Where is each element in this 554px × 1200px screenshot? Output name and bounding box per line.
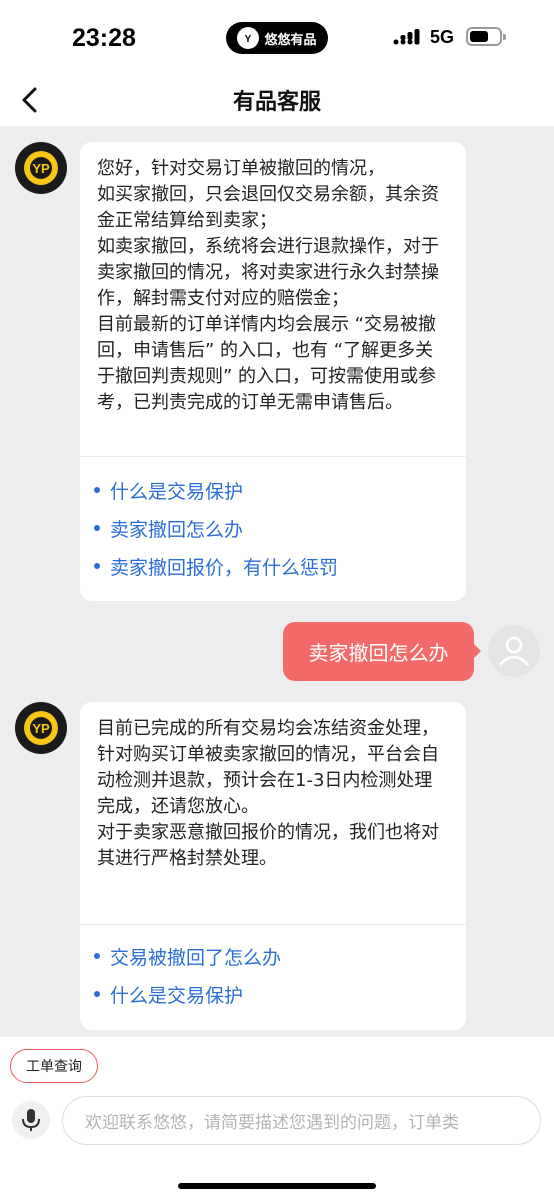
battery-fill [470, 31, 488, 42]
clock: 23:28 [72, 24, 136, 52]
nav-bar: 有品客服 [0, 74, 554, 126]
youpin-logo-icon: YP [24, 711, 58, 745]
composer-area: 工单查询 欢迎联系悠悠，请简要描述您遇到的问题，订单类 [0, 1037, 554, 1200]
bot-message-bubble: 您好，针对交易订单被撤回的情况， 如买家撤回，只会退回仅交易余额，其余资金正常结… [80, 142, 466, 601]
quick-link[interactable]: 什么是交易保护 [94, 979, 243, 1009]
network-type: 5G [430, 27, 455, 47]
user-message-bubble: 卖家撤回怎么办 [283, 622, 474, 681]
bullet-icon [94, 525, 100, 531]
svg-text:Y: Y [245, 34, 252, 45]
divider [80, 924, 466, 925]
bot-message-bubble: 目前已完成的所有交易均会冻结资金处理，针对购买订单被卖家撤回的情况，平台会自动检… [80, 702, 466, 1030]
quick-link[interactable]: 什么是交易保护 [94, 475, 243, 505]
svg-text:YP: YP [32, 161, 50, 176]
ticket-query-button[interactable]: 工单查询 [10, 1049, 98, 1083]
divider [80, 456, 466, 457]
quick-link[interactable]: 交易被撤回了怎么办 [94, 941, 281, 971]
user-avatar [488, 625, 540, 677]
home-indicator [178, 1183, 376, 1189]
message-input[interactable]: 欢迎联系悠悠，请简要描述您遇到的问题，订单类 [62, 1096, 541, 1145]
microphone-icon [22, 1109, 40, 1131]
quick-link[interactable]: 卖家撤回报价，有什么惩罚 [94, 551, 338, 581]
quick-link[interactable]: 卖家撤回怎么办 [94, 513, 243, 543]
youpin-logo-icon: YP [24, 151, 58, 185]
bullet-icon [94, 563, 100, 569]
bot-message-text: 您好，针对交易订单被撤回的情况， 如买家撤回，只会退回仅交易余额，其余资金正常结… [97, 158, 439, 413]
bot-avatar: YP [15, 142, 67, 194]
bullet-icon [94, 991, 100, 997]
battery-icon [466, 27, 506, 46]
bot-message-text: 目前已完成的所有交易均会冻结资金处理，针对购买订单被卖家撤回的情况，平台会自动检… [97, 718, 439, 869]
bot-avatar: YP [15, 702, 67, 754]
dynamic-island[interactable]: Y 悠悠有品 [226, 22, 328, 54]
island-label: 悠悠有品 [264, 32, 317, 48]
person-icon [499, 636, 529, 666]
status-bar: 23:28 Y 悠悠有品 5G [0, 0, 554, 74]
bullet-icon [94, 487, 100, 493]
voice-input-button[interactable] [12, 1101, 50, 1139]
page-title: 有品客服 [232, 90, 321, 115]
svg-text:YP: YP [32, 721, 50, 736]
cellular-signal-icon [393, 29, 420, 45]
app-logo-icon: Y [237, 27, 260, 49]
bullet-icon [94, 953, 100, 959]
